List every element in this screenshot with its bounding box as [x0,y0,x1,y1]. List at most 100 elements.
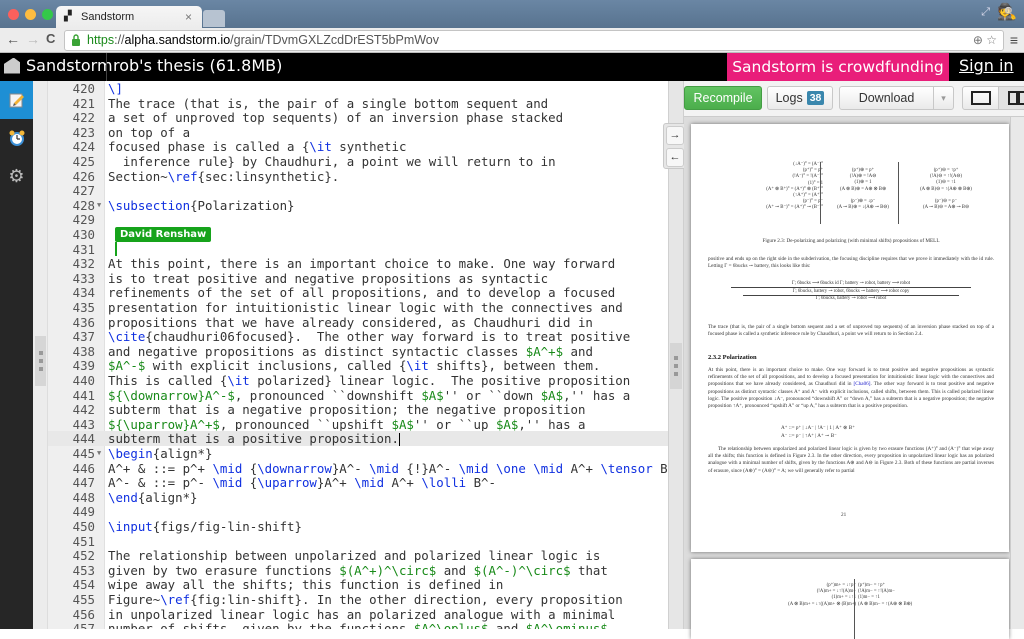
editor-line[interactable]: 433 is to treat positive and negative pro… [48,271,668,286]
line-number: 446 [72,460,95,476]
line-number: 455 [72,592,95,607]
forward-button[interactable]: → [26,31,40,47]
editor-line[interactable]: 425 inference rule} by Chaudhuri, a poin… [48,154,668,169]
browser-menu-icon[interactable]: ≡ [1010,32,1018,48]
pdf-paragraph: At this point, there is an important cho… [708,367,994,410]
editor-line[interactable]: 447 A^- & ::= p^- \mid {\uparrow}A^+ \mid… [48,475,668,490]
bookmark-star-icon[interactable]: ☆ [986,33,997,47]
fold-toggle-icon[interactable]: ▼ [97,446,101,461]
editor-line[interactable]: 443 ${\uparrow}A^+$, pronounced ``upshift… [48,417,668,432]
line-code: ${\downarrow}A^-$, pronounced ``downshif… [108,387,631,403]
address-bar[interactable]: https://alpha.sandstorm.io/grain/TDvmGXL… [64,30,1004,51]
sync-to-pdf-button[interactable]: → [666,126,684,145]
editor-line[interactable]: 436 propositions that we have already con… [48,315,668,330]
tab-title: Sandstorm [81,11,135,23]
zoom-icon[interactable]: ⊕ [973,33,983,47]
editor-line[interactable]: 420 \] [48,81,668,96]
split-pane-icon [1008,91,1024,105]
sandstorm-home-link[interactable]: Sandstorm [4,56,113,75]
editor-line[interactable]: 422 a set of unproved top sequents) of an… [48,110,668,125]
figure-column-minus: (p⁺)⊖ = ↑p⁺ (!A)⊖ = ↑!(A⊖) (1)⊖ = ↑1 (A ⊗ B… [901,168,991,211]
line-code: number of shifts, given by the functions… [108,621,608,629]
collaborator-cursor-label: David Renshaw [115,227,212,242]
editor-line[interactable]: 453 given by two erasure functions $(A^+)… [48,563,668,578]
editor-line[interactable]: 427 [48,183,668,198]
sidebar-resize-handle[interactable] [33,81,48,629]
editor-line[interactable]: 435 presentation for intuitionistic linea… [48,300,668,315]
editor-line[interactable]: 437 \cite{chaudhuri06focused}. The other … [48,329,668,344]
crowdfunding-banner-link[interactable]: Sandstorm is crowdfunding » [727,53,949,104]
url-path: /grain/TDvmGXLZcdDrEST5bPmWov [230,33,440,47]
line-number: 441 [72,387,95,403]
close-window-button[interactable] [8,9,19,20]
editor-line[interactable]: 424 focused phase is called a {\it synthe… [48,139,668,154]
citation-link[interactable]: [Cha06] [854,381,871,387]
editor-line[interactable]: 428 ▼ \subsection{Polarization} [48,198,668,213]
fold-toggle-icon[interactable]: ▼ [97,198,101,213]
browser-tab[interactable]: ▞ Sandstorm × [56,6,202,28]
code-editor[interactable]: 420 \] 421 The trace (that is, the pair of … [48,81,668,629]
line-code: At this point, there is an important cho… [108,256,616,272]
editor-line[interactable]: 442 subterm that is a negative propositio… [48,402,668,417]
back-button[interactable]: ← [6,31,20,47]
pdf-section-heading: 2.3.2 Polarization [708,354,757,361]
download-button[interactable]: Download [839,86,934,110]
minimize-window-button[interactable] [25,9,36,20]
download-dropdown-button[interactable]: ▾ [933,86,954,110]
editor-line[interactable]: 426 Section~\ref{sec:linsynthetic}. [48,169,668,184]
sync-to-code-button[interactable]: ← [666,148,684,167]
sidebar-item-editor[interactable] [0,81,33,119]
editor-line[interactable]: 457 number of shifts, given by the functi… [48,621,668,629]
line-code: \end{align*} [108,489,198,505]
editor-line[interactable]: 455 Figure~\ref{fig:lin-shift}. In the ot… [48,592,668,607]
collaborator-cursor [115,242,117,256]
split-pane-layout-button[interactable] [998,86,1024,110]
line-code: refinements of the set of all propositio… [108,285,616,301]
recompile-button[interactable]: Recompile [684,86,762,110]
preview-toolbar: Recompile Logs 38 Download ▾ [684,81,1024,117]
logs-button[interactable]: Logs 38 [767,86,833,110]
line-number: 450 [72,519,95,534]
single-pane-layout-button[interactable] [962,86,999,110]
editor-line[interactable]: 445 ▼ \begin{align*} [48,446,668,461]
editor-line[interactable]: 423 on top of a [48,125,668,140]
editor-line[interactable]: 441 ${\downarrow}A^-$, pronounced ``downs… [48,388,668,403]
editor-line[interactable]: 452 The relationship between unpolarized … [48,548,668,563]
maximize-window-button[interactable] [42,9,53,20]
line-number: 420 [72,81,95,96]
pdf-page: (p⁺)m+ = ↓↑p⁺ (!A)m+ = ↓↑!(A)m− (1)m+ = ↓↑… [691,559,1009,639]
figure-divider [898,162,899,224]
editor-line[interactable]: 440 This is called {\it polarized} linear… [48,373,668,388]
editor-line[interactable]: 456 in unpolarized linear logic has an po… [48,607,668,622]
grain-title: rob's thesis (61.8MB) [113,56,283,75]
editor-line[interactable]: 431 [48,242,668,257]
preview-scrollbar[interactable] [1010,117,1024,629]
line-code: propositions that we have already consid… [108,314,593,330]
new-tab-button[interactable] [203,10,225,27]
editor-line[interactable]: 446 A^+ & ::= p^+ \mid {\downarrow}A^- \m… [48,461,668,476]
editor-line[interactable]: 449 [48,504,668,519]
editor-line[interactable]: 434 refinements of the set of all proposi… [48,285,668,300]
fullscreen-icon[interactable]: ⤢ [981,6,990,19]
sidebar-item-history[interactable] [0,119,33,157]
editor-line[interactable]: 429 [48,212,668,227]
line-number: 439 [72,358,95,374]
tab-close-icon[interactable]: × [185,10,192,24]
editor-line[interactable]: 421 The trace (that is, the pair of a sin… [48,96,668,111]
editor-line[interactable]: 432 At this point, there is an important … [48,256,668,271]
editor-line[interactable]: 438 and negative propositions as distinct… [48,344,668,359]
figure-caption: Figure 2.3: De-polarizing and polarizing… [762,238,940,244]
editor-line[interactable]: 454 wipe away all the shifts; this functi… [48,577,668,592]
editor-line[interactable]: 450 \input{figs/fig-lin-shift} [48,519,668,534]
sidebar-item-settings[interactable]: ⚙ [0,157,33,195]
resize-grip-icon [35,336,46,386]
editor-line[interactable]: 444 subterm that is a positive propositio… [48,431,668,447]
reload-button[interactable]: C [46,31,55,46]
line-code: subterm that is a negative proposition; … [108,402,586,418]
editor-line[interactable]: 451 [48,534,668,549]
line-code: The trace (that is, the pair of a single… [108,95,549,111]
editor-line[interactable]: 439 $A^-$ with explicit inclusions, calle… [48,358,668,373]
line-code: a set of unproved top sequents) of an in… [108,110,564,126]
editor-line[interactable]: 448 \end{align*} [48,490,668,505]
single-pane-icon [970,91,991,105]
